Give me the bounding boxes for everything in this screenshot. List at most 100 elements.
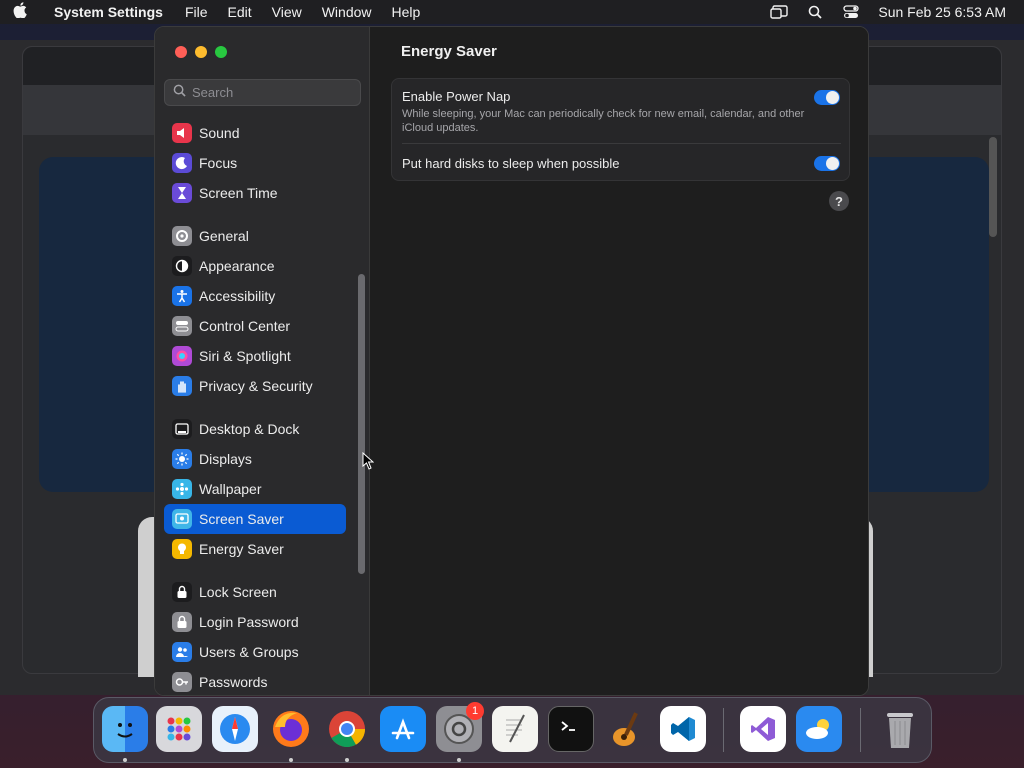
- menu-window[interactable]: Window: [312, 4, 382, 20]
- sidebar-item-label: Screen Time: [199, 185, 278, 201]
- apple-menu-icon[interactable]: [0, 2, 40, 22]
- search-icon: [173, 84, 186, 102]
- spotlight-search-icon[interactable]: [806, 5, 824, 19]
- control-center-menu-icon[interactable]: [842, 5, 860, 19]
- sidebar-item-focus[interactable]: Focus: [164, 148, 346, 178]
- sidebar-item-label: Displays: [199, 451, 252, 467]
- sidebar-item-displays[interactable]: Displays: [164, 444, 346, 474]
- power-nap-label: Enable Power Nap: [402, 89, 511, 104]
- chrome-running-indicator: [345, 758, 349, 762]
- wallpaper-icon: [172, 479, 192, 499]
- chrome-icon[interactable]: [324, 706, 370, 752]
- launchpad-icon[interactable]: [156, 706, 202, 752]
- system-settings-window: Sound Focus Screen Time General Appearance Ac…: [154, 26, 869, 696]
- hand-icon: [172, 376, 192, 396]
- sidebar-group: General Appearance Accessibility Control Ce…: [164, 221, 346, 401]
- menu-help[interactable]: Help: [382, 4, 431, 20]
- maximize-window-button[interactable]: [215, 46, 227, 58]
- sidebar-item-general[interactable]: General: [164, 221, 346, 251]
- trash-icon[interactable]: [877, 706, 923, 752]
- textedit-icon[interactable]: [492, 706, 538, 752]
- sidebar-item-label: Accessibility: [199, 288, 276, 304]
- power-nap-description: While sleeping, your Mac can periodicall…: [402, 108, 805, 134]
- sidebar-item-label: Login Password: [199, 614, 299, 630]
- sidebar-item-label: Desktop & Dock: [199, 421, 300, 437]
- power-nap-row: Enable Power Nap While sleeping, your Ma…: [402, 89, 842, 135]
- sidebar-item-label: Screen Saver: [199, 511, 284, 527]
- sidebar-item-accessibility[interactable]: Accessibility: [164, 281, 346, 311]
- app-store-icon[interactable]: [380, 706, 426, 752]
- hourglass-icon: [172, 183, 192, 203]
- dock-separator-trash: [860, 708, 861, 752]
- sidebar-item-label: Siri & Spotlight: [199, 348, 291, 364]
- sidebar-item-passwords[interactable]: Passwords: [164, 667, 346, 695]
- disk-sleep-toggle[interactable]: [814, 156, 840, 171]
- sidebar-item-label: Privacy & Security: [199, 378, 313, 394]
- panel-divider: [402, 143, 841, 144]
- menu-file[interactable]: File: [175, 4, 218, 20]
- mouse-cursor-icon: [362, 452, 374, 470]
- sidebar-item-energy-saver[interactable]: Energy Saver: [164, 534, 346, 564]
- appearance-icon: [172, 256, 192, 276]
- sidebar-item-label: Wallpaper: [199, 481, 262, 497]
- minimize-window-button[interactable]: [195, 46, 207, 58]
- sidebar-item-label: Lock Screen: [199, 584, 277, 600]
- sidebar-item-label: Appearance: [199, 258, 275, 274]
- menu-edit[interactable]: Edit: [218, 4, 262, 20]
- dock-separator: [723, 708, 724, 752]
- screen-saver-icon: [172, 509, 192, 529]
- main-pane: Energy Saver Enable Power Nap While slee…: [371, 27, 868, 695]
- sidebar-item-privacy-security[interactable]: Privacy & Security: [164, 371, 346, 401]
- sidebar-item-label: Sound: [199, 125, 240, 141]
- sidebar: Sound Focus Screen Time General Appearance Ac…: [155, 27, 370, 695]
- firefox-icon[interactable]: [268, 706, 314, 752]
- sidebar-item-desktop-dock[interactable]: Desktop & Dock: [164, 414, 346, 444]
- sidebar-item-screen-time[interactable]: Screen Time: [164, 178, 346, 208]
- sidebar-item-siri-spotlight[interactable]: Siri & Spotlight: [164, 341, 346, 371]
- power-nap-toggle[interactable]: [814, 90, 840, 105]
- moon-icon: [172, 153, 192, 173]
- terminal-icon[interactable]: [548, 706, 594, 752]
- visual-studio-icon[interactable]: [740, 706, 786, 752]
- users-icon: [172, 642, 192, 662]
- system-settings-dock-icon[interactable]: 1: [436, 702, 484, 752]
- sidebar-item-users-groups[interactable]: Users & Groups: [164, 637, 346, 667]
- sidebar-item-login-password[interactable]: Login Password: [164, 607, 346, 637]
- siri-icon: [172, 346, 192, 366]
- browser-scrollbar[interactable]: [989, 137, 997, 237]
- menu-view[interactable]: View: [262, 4, 312, 20]
- search-input[interactable]: [192, 85, 352, 100]
- sidebar-item-appearance[interactable]: Appearance: [164, 251, 346, 281]
- menu-clock[interactable]: Sun Feb 25 6:53 AM: [878, 4, 1006, 20]
- sidebar-item-wallpaper[interactable]: Wallpaper: [164, 474, 346, 504]
- firefox-running-indicator: [289, 758, 293, 762]
- sidebar-scrollbar[interactable]: [358, 274, 365, 574]
- padlock-icon: [172, 612, 192, 632]
- settings-running-indicator: [457, 758, 461, 762]
- sidebar-search[interactable]: [164, 79, 361, 106]
- sidebar-item-sound[interactable]: Sound: [164, 118, 346, 148]
- window-controls: [175, 46, 227, 58]
- sidebar-item-label: General: [199, 228, 249, 244]
- energy-settings-panel: Enable Power Nap While sleeping, your Ma…: [391, 78, 850, 181]
- sidebar-nav: Sound Focus Screen Time General Appearance Ac…: [164, 118, 346, 695]
- sidebar-group: Sound Focus Screen Time: [164, 118, 346, 208]
- sidebar-item-label: Users & Groups: [199, 644, 299, 660]
- sidebar-item-control-center[interactable]: Control Center: [164, 311, 346, 341]
- sidebar-item-lock-screen[interactable]: Lock Screen: [164, 577, 346, 607]
- safari-icon[interactable]: [212, 706, 258, 752]
- sidebar-item-label: Control Center: [199, 318, 291, 334]
- accessibility-icon: [172, 286, 192, 306]
- help-button[interactable]: ?: [829, 191, 849, 211]
- sidebar-item-screen-saver[interactable]: Screen Saver: [164, 504, 346, 534]
- vscode-icon[interactable]: [660, 706, 706, 752]
- garageband-icon[interactable]: [604, 706, 650, 752]
- weather-icon[interactable]: [796, 706, 842, 752]
- sidebar-group: Lock Screen Login Password Users & Groups P…: [164, 577, 346, 695]
- menu-app-name[interactable]: System Settings: [40, 4, 175, 20]
- finder-icon[interactable]: [102, 706, 148, 752]
- control-center-icon: [172, 316, 192, 336]
- dock-icon: [172, 419, 192, 439]
- close-window-button[interactable]: [175, 46, 187, 58]
- screen-mirroring-icon[interactable]: [770, 5, 789, 19]
